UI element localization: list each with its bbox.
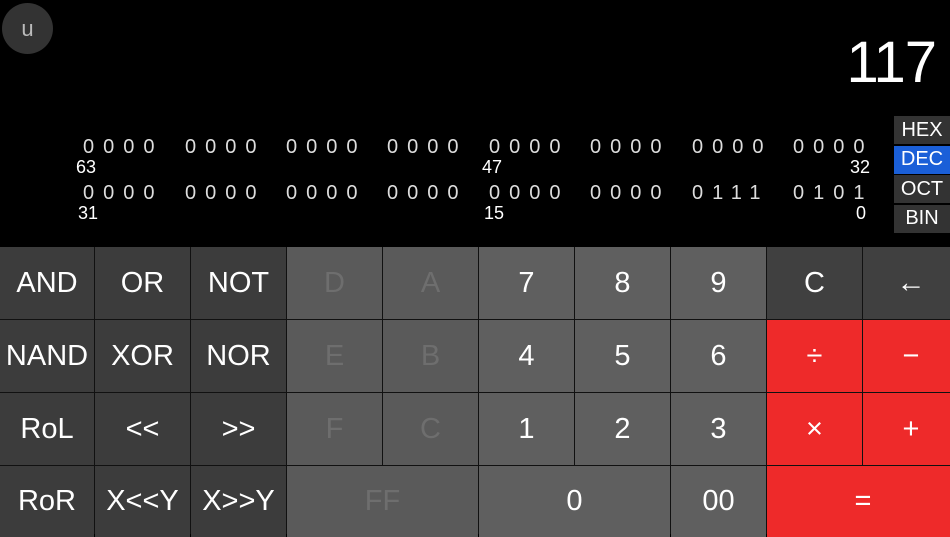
x-shift-right-y-button[interactable]: X>>Y xyxy=(191,466,286,537)
bit-nibble[interactable]: 0000 xyxy=(83,136,164,159)
bit-index-label: 0 xyxy=(856,203,867,223)
digit-4-button[interactable]: 4 xyxy=(479,320,574,392)
x-shift-left-y-button[interactable]: X<<Y xyxy=(95,466,190,537)
bit-nibble[interactable]: 0000 xyxy=(185,182,266,205)
backspace-button[interactable]: ← xyxy=(863,247,950,319)
digit-9-button[interactable]: 9 xyxy=(671,247,766,319)
bit-nibble[interactable]: 0000 xyxy=(387,182,468,205)
or-button[interactable]: OR xyxy=(95,247,190,319)
bit-nibble[interactable]: 0000 xyxy=(185,136,266,159)
and-button[interactable]: AND xyxy=(0,247,94,319)
rotate-right-button[interactable]: RoR xyxy=(0,466,94,537)
minus-button[interactable]: − xyxy=(863,320,950,392)
equals-button[interactable]: = xyxy=(767,466,950,537)
bit-index-label: 63 xyxy=(76,157,97,177)
digit-1-button[interactable]: 1 xyxy=(479,393,574,465)
not-button[interactable]: NOT xyxy=(191,247,286,319)
plus-button[interactable]: + xyxy=(863,393,950,465)
hex-f-button[interactable]: F xyxy=(287,393,382,465)
digit-0-button[interactable]: 0 xyxy=(479,466,670,537)
bit-nibble[interactable]: 0000 xyxy=(590,182,671,205)
digit-5-button[interactable]: 5 xyxy=(575,320,670,392)
shift-left-button[interactable]: << xyxy=(95,393,190,465)
bit-nibble[interactable]: 0000 xyxy=(793,136,874,159)
clear-button[interactable]: C xyxy=(767,247,862,319)
bit-nibble[interactable]: 0000 xyxy=(489,136,570,159)
digit-3-button[interactable]: 3 xyxy=(671,393,766,465)
bit-nibble[interactable]: 0000 xyxy=(83,182,164,205)
bit-view: 0000 0000 0000 0000 0000 0000 0000 0000 … xyxy=(0,0,890,248)
base-selector: HEX DEC OCT BIN xyxy=(894,116,950,234)
bit-nibble[interactable]: 0111 xyxy=(692,182,770,205)
multiply-button[interactable]: × xyxy=(767,393,862,465)
bit-nibble[interactable]: 0000 xyxy=(590,136,671,159)
bit-nibble[interactable]: 0101 xyxy=(793,182,874,205)
bit-nibble[interactable]: 0000 xyxy=(286,182,367,205)
bit-index-label: 15 xyxy=(484,203,505,223)
bit-nibble[interactable]: 0000 xyxy=(387,136,468,159)
base-bin-button[interactable]: BIN xyxy=(894,204,950,233)
hex-a-button[interactable]: A xyxy=(383,247,478,319)
divide-button[interactable]: ÷ xyxy=(767,320,862,392)
digit-6-button[interactable]: 6 xyxy=(671,320,766,392)
digit-2-button[interactable]: 2 xyxy=(575,393,670,465)
base-oct-button[interactable]: OCT xyxy=(894,175,950,203)
digit-8-button[interactable]: 8 xyxy=(575,247,670,319)
hex-c-button[interactable]: C xyxy=(383,393,478,465)
bit-nibble[interactable]: 0000 xyxy=(692,136,773,159)
nand-button[interactable]: NAND xyxy=(0,320,94,392)
double-zero-button[interactable]: 00 xyxy=(671,466,766,537)
keypad: AND OR NOT D A 7 8 9 C ← NAND XOR NOR E … xyxy=(0,247,950,537)
bit-index-label: 47 xyxy=(482,157,503,177)
hex-ff-button[interactable]: FF xyxy=(287,466,478,537)
nor-button[interactable]: NOR xyxy=(191,320,286,392)
hex-d-button[interactable]: D xyxy=(287,247,382,319)
bit-index-label: 31 xyxy=(78,203,99,223)
base-dec-button[interactable]: DEC xyxy=(894,145,950,174)
hex-e-button[interactable]: E xyxy=(287,320,382,392)
hex-b-button[interactable]: B xyxy=(383,320,478,392)
bit-nibble[interactable]: 0000 xyxy=(286,136,367,159)
shift-right-button[interactable]: >> xyxy=(191,393,286,465)
rotate-left-button[interactable]: RoL xyxy=(0,393,94,465)
bit-nibble[interactable]: 0000 xyxy=(489,182,570,205)
bit-index-label: 32 xyxy=(850,157,871,177)
xor-button[interactable]: XOR xyxy=(95,320,190,392)
digit-7-button[interactable]: 7 xyxy=(479,247,574,319)
base-hex-button[interactable]: HEX xyxy=(894,116,950,144)
